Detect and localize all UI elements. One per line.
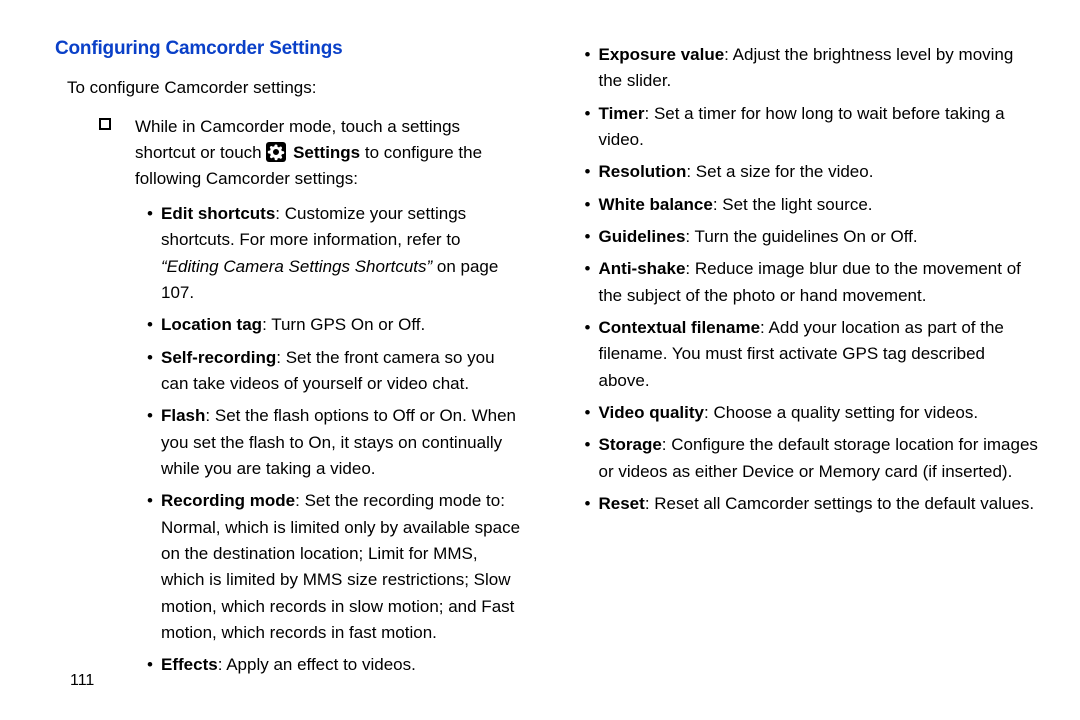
item-text: : Set a size for the video. <box>686 162 873 181</box>
manual-page: Configuring Camcorder Settings To config… <box>0 0 1080 720</box>
item-label: Storage <box>599 435 662 454</box>
settings-list-left: Edit shortcuts: Customize your settings … <box>55 201 523 679</box>
item-label: Recording mode <box>161 491 295 510</box>
list-item: Video quality: Choose a quality setting … <box>585 400 1041 426</box>
list-item: Storage: Configure the default storage l… <box>585 432 1041 485</box>
list-item: Timer: Set a timer for how long to wait … <box>585 101 1041 154</box>
item-label: Exposure value <box>599 45 725 64</box>
list-item: Effects: Apply an effect to videos. <box>147 652 523 678</box>
item-text: : Set the recording mode to: Normal, whi… <box>161 491 520 642</box>
square-bullet-icon <box>99 118 111 130</box>
item-text: : Reset all Camcorder settings to the de… <box>645 494 1034 513</box>
left-column: Configuring Camcorder Settings To config… <box>55 34 523 685</box>
columns: Configuring Camcorder Settings To config… <box>55 34 1040 685</box>
list-item: White balance: Set the light source. <box>585 192 1041 218</box>
list-item: Self-recording: Set the front camera so … <box>147 345 523 398</box>
list-item: Edit shortcuts: Customize your settings … <box>147 201 523 306</box>
item-label: Location tag <box>161 315 262 334</box>
item-text: : Turn GPS On or Off. <box>262 315 425 334</box>
item-text: : Choose a quality setting for videos. <box>704 403 978 422</box>
item-label: White balance <box>599 195 713 214</box>
item-label: Flash <box>161 406 205 425</box>
list-item: Recording mode: Set the recording mode t… <box>147 488 523 646</box>
item-text: : Apply an effect to videos. <box>218 655 416 674</box>
item-label: Video quality <box>599 403 705 422</box>
list-item: Resolution: Set a size for the video. <box>585 159 1041 185</box>
intro-text: To configure Camcorder settings: <box>67 75 523 101</box>
item-label: Edit shortcuts <box>161 204 275 223</box>
item-text: : Set the light source. <box>713 195 873 214</box>
list-item: Contextual filename: Add your location a… <box>585 315 1041 394</box>
list-item: Exposure value: Adjust the brightness le… <box>585 42 1041 95</box>
list-item: Location tag: Turn GPS On or Off. <box>147 312 523 338</box>
item-label: Reset <box>599 494 645 513</box>
item-text: : Configure the default storage location… <box>599 435 1038 480</box>
item-ref: “Editing Camera Settings Shortcuts” <box>161 257 432 276</box>
settings-label: Settings <box>293 143 360 162</box>
item-label: Effects <box>161 655 218 674</box>
list-item: Anti-shake: Reduce image blur due to the… <box>585 256 1041 309</box>
step-1: While in Camcorder mode, touch a setting… <box>99 114 523 193</box>
item-text: : Set a timer for how long to wait befor… <box>599 104 1005 149</box>
item-label: Contextual filename <box>599 318 761 337</box>
list-item: Reset: Reset all Camcorder settings to t… <box>585 491 1041 517</box>
list-item: Flash: Set the flash options to Off or O… <box>147 403 523 482</box>
settings-list-right: Exposure value: Adjust the brightness le… <box>573 42 1041 518</box>
item-label: Self-recording <box>161 348 276 367</box>
item-label: Timer <box>599 104 645 123</box>
gear-icon <box>266 142 286 162</box>
list-item: Guidelines: Turn the guidelines On or Of… <box>585 224 1041 250</box>
item-label: Resolution <box>599 162 687 181</box>
item-text: : Set the flash options to Off or On. Wh… <box>161 406 516 478</box>
section-heading: Configuring Camcorder Settings <box>55 34 523 63</box>
right-column: Exposure value: Adjust the brightness le… <box>573 34 1041 685</box>
item-label: Anti-shake <box>599 259 686 278</box>
item-text: : Turn the guidelines On or Off. <box>685 227 917 246</box>
page-number: 111 <box>70 669 94 694</box>
item-label: Guidelines <box>599 227 686 246</box>
